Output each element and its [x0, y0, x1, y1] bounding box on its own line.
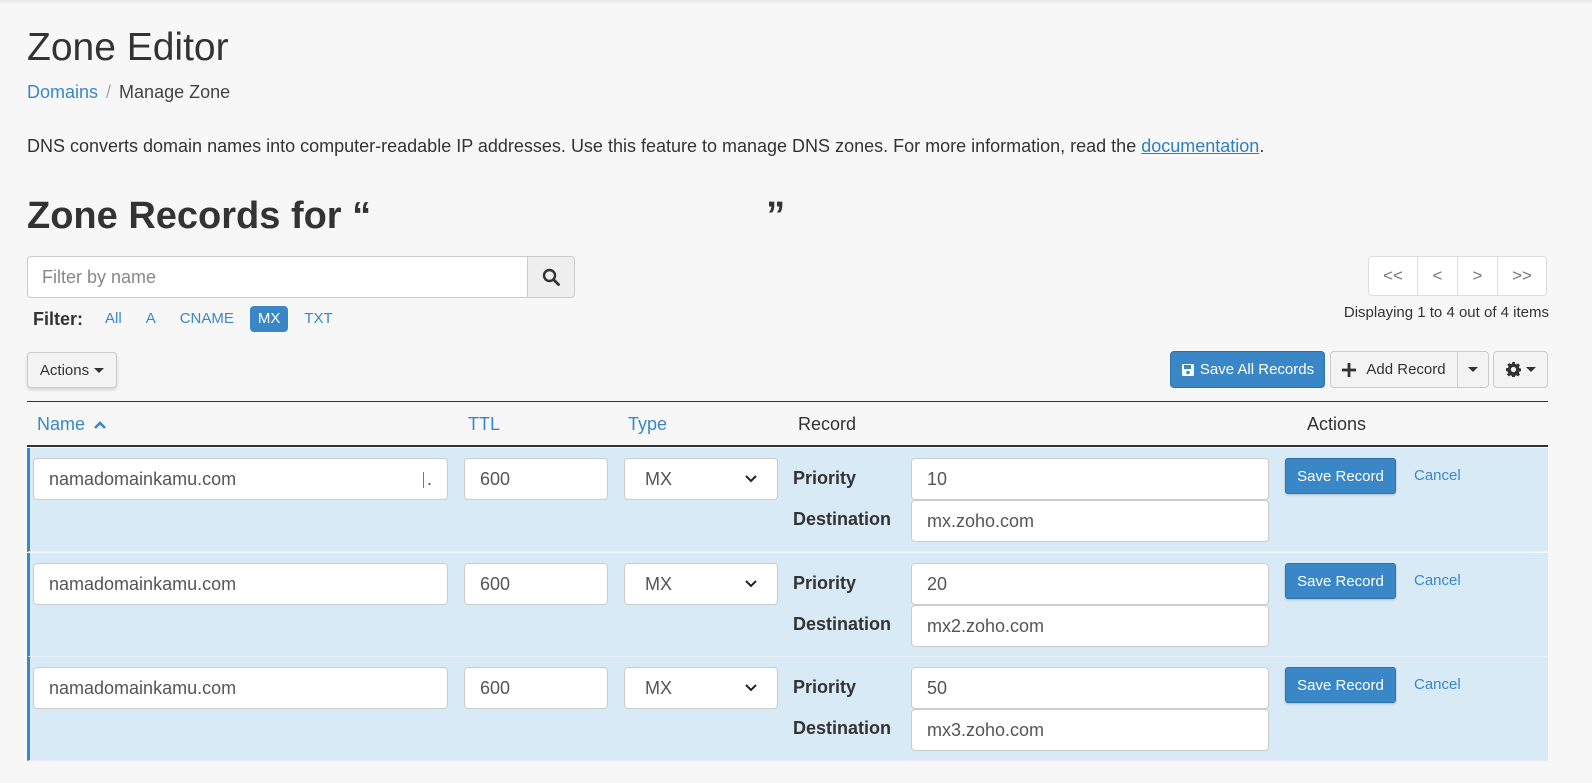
first-page-button[interactable]: <<: [1368, 256, 1418, 296]
save-record-button[interactable]: Save Record: [1285, 458, 1396, 494]
add-record-dropdown-toggle[interactable]: [1457, 351, 1489, 388]
priority-label: Priority: [793, 677, 857, 697]
record-type-filter: Filter: All A CNAME MX TXT: [33, 305, 349, 333]
cancel-link[interactable]: Cancel: [1414, 467, 1461, 484]
save-record-button[interactable]: Save Record: [1285, 667, 1396, 703]
priority-label: Priority: [793, 573, 857, 593]
page-description: DNS converts domain names into computer-…: [27, 134, 1264, 158]
record-type-value: MX: [645, 677, 672, 698]
record-name-input[interactable]: namadomainkamu.com: [33, 563, 448, 605]
chevron-down-icon: [745, 475, 757, 483]
next-page-button[interactable]: >: [1457, 256, 1498, 296]
add-record-button[interactable]: Add Record: [1330, 351, 1458, 388]
settings-dropdown-button[interactable]: [1493, 351, 1548, 388]
record-type-select[interactable]: MX: [624, 563, 778, 605]
chevron-up-icon: [94, 421, 106, 429]
destination-label: Destination: [793, 718, 892, 738]
priority-label: Priority: [793, 468, 857, 488]
cancel-link[interactable]: Cancel: [1414, 572, 1461, 589]
filter-a[interactable]: A: [138, 306, 164, 332]
column-name-sort[interactable]: Name: [37, 414, 107, 435]
chevron-down-icon: [1468, 367, 1478, 372]
record-name-input[interactable]: namadomainkamu.com: [33, 667, 448, 709]
zone-records-title: Zone Records for “ ”: [27, 192, 785, 240]
plus-icon: [1342, 362, 1357, 377]
record-ttl-input[interactable]: 600: [464, 667, 608, 709]
zone-records-title-open: Zone Records for “: [27, 195, 372, 237]
column-name-label: Name: [37, 414, 86, 434]
record-name-input[interactable]: namadomainkamu.com.: [33, 458, 448, 500]
last-page-button[interactable]: >>: [1497, 256, 1547, 296]
actions-dropdown-button[interactable]: Actions: [27, 352, 117, 388]
save-icon: [1181, 363, 1194, 376]
save-all-records-button[interactable]: Save All Records: [1170, 351, 1325, 388]
search-input[interactable]: [27, 256, 527, 298]
cancel-link[interactable]: Cancel: [1414, 676, 1461, 693]
priority-input[interactable]: 20: [911, 563, 1269, 605]
chevron-down-icon: [745, 684, 757, 692]
breadcrumb-domains-link[interactable]: Domains: [27, 82, 98, 102]
gear-icon: [1505, 362, 1521, 377]
page-title: Zone Editor: [27, 26, 229, 69]
record-type-value: MX: [645, 468, 672, 489]
priority-input[interactable]: 10: [911, 458, 1269, 500]
pagination: << < > >>: [1368, 256, 1547, 296]
destination-input[interactable]: mx2.zoho.com: [911, 605, 1269, 647]
table-row: namadomainkamu.com 600 MX Priority 50 De…: [27, 657, 1548, 761]
description-text: DNS converts domain names into computer-…: [27, 136, 1142, 156]
column-actions-header: Actions: [1307, 414, 1367, 434]
destination-input[interactable]: mx3.zoho.com: [911, 709, 1269, 751]
search-button[interactable]: [527, 256, 575, 298]
add-record-label: Add Record: [1366, 361, 1446, 378]
search-bar: [27, 256, 575, 298]
chevron-down-icon: [1525, 367, 1536, 372]
destination-input[interactable]: mx.zoho.com: [911, 500, 1269, 542]
filter-txt[interactable]: TXT: [296, 306, 340, 332]
filter-all[interactable]: All: [97, 306, 130, 332]
filter-label: Filter:: [33, 308, 84, 329]
chevron-down-icon: [745, 580, 757, 588]
record-ttl-input[interactable]: 600: [464, 458, 608, 500]
search-icon: [542, 268, 560, 286]
table-header: Name TTL Type Record Actions: [27, 401, 1548, 447]
column-ttl-sort[interactable]: TTL: [468, 414, 500, 435]
documentation-link[interactable]: documentation: [1141, 136, 1259, 156]
save-record-button[interactable]: Save Record: [1285, 563, 1396, 599]
record-type-select[interactable]: MX: [624, 667, 778, 709]
filter-mx[interactable]: MX: [249, 306, 289, 332]
filter-cname[interactable]: CNAME: [172, 306, 242, 332]
priority-input[interactable]: 50: [911, 667, 1269, 709]
breadcrumb: Domains / Manage Zone: [27, 80, 230, 104]
breadcrumb-separator: /: [106, 82, 112, 102]
table-row: namadomainkamu.com. 600 MX Priority 10 D…: [27, 448, 1548, 552]
record-name-value: namadomainkamu.com: [49, 468, 237, 489]
column-type-sort[interactable]: Type: [628, 414, 667, 435]
zone-records-title-close: ”: [766, 195, 786, 237]
record-type-value: MX: [645, 573, 672, 594]
pagination-summary: Displaying 1 to 4 out of 4 items: [1343, 304, 1549, 321]
breadcrumb-current: Manage Zone: [119, 82, 231, 102]
save-all-label: Save All Records: [1199, 361, 1315, 378]
description-end: .: [1259, 136, 1265, 156]
record-name-suffix: .: [422, 469, 432, 490]
column-record-header: Record: [798, 414, 857, 434]
destination-label: Destination: [793, 509, 892, 529]
chevron-down-icon: [94, 367, 105, 373]
record-ttl-input[interactable]: 600: [464, 563, 608, 605]
actions-label: Actions: [39, 361, 90, 379]
table-row: namadomainkamu.com 600 MX Priority 20 De…: [27, 553, 1548, 657]
prev-page-button[interactable]: <: [1417, 256, 1458, 296]
destination-label: Destination: [793, 614, 892, 634]
record-type-select[interactable]: MX: [624, 458, 778, 500]
